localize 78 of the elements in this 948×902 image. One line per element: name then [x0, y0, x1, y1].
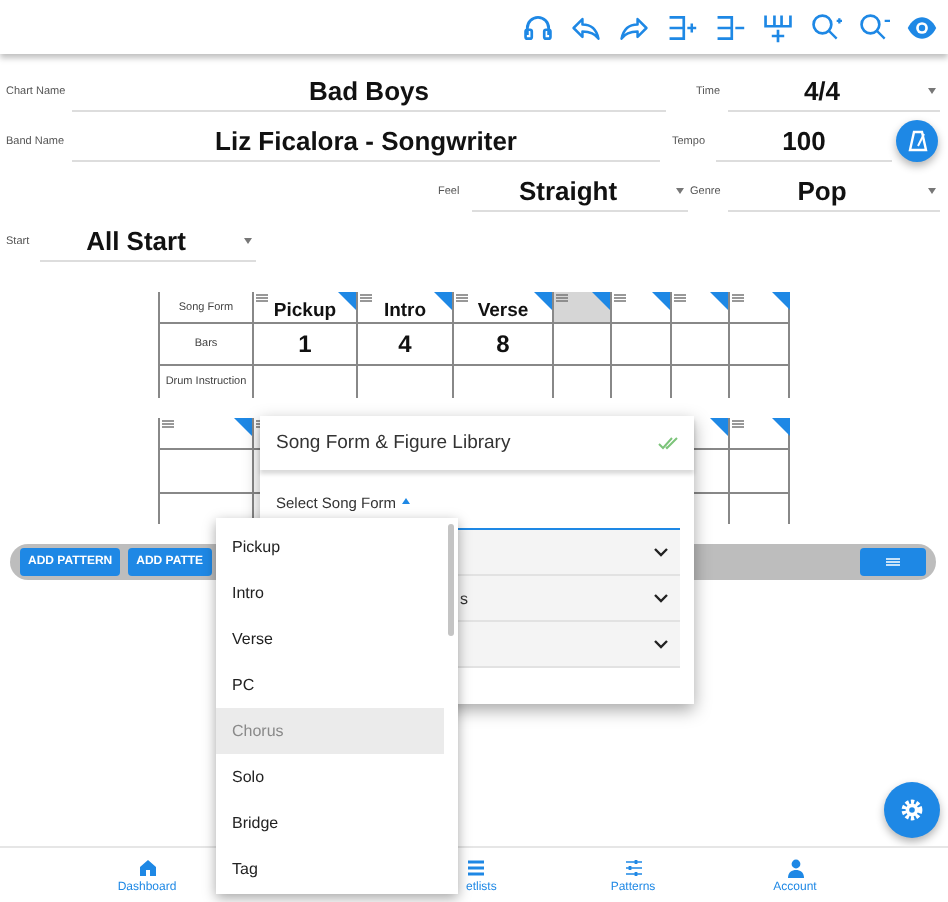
eye-button[interactable] [906, 11, 938, 43]
add-row-icon [666, 11, 698, 43]
zoom-out-icon [858, 11, 890, 43]
drag-handle-icon [614, 294, 626, 302]
metronome-icon [907, 130, 927, 152]
corner-triangle-icon [234, 418, 252, 436]
section-cell[interactable] [612, 292, 672, 324]
eye-icon [906, 11, 938, 43]
zoom-in-button[interactable] [810, 11, 842, 43]
section-name: Intro [383, 299, 427, 321]
dropdown-arrow-icon [928, 88, 936, 94]
zoom-out-button[interactable] [858, 11, 890, 43]
section-cell[interactable]: Pickup [254, 292, 358, 324]
menu-button[interactable] [860, 548, 926, 576]
dropdown-option[interactable]: PC [216, 662, 444, 708]
drag-handle-icon [360, 294, 372, 302]
dropdown-option[interactable]: Solo [216, 754, 444, 800]
settings-button[interactable] [884, 782, 940, 838]
table-cell [672, 324, 730, 366]
add-column-button[interactable] [762, 11, 794, 43]
drag-handle-icon [732, 294, 744, 302]
select-field[interactable]: 4/4 [728, 70, 940, 112]
section-name: Pickup [273, 299, 337, 321]
bar-count: 4 [398, 330, 412, 358]
add-row-button[interactable] [666, 11, 698, 43]
metronome-button[interactable] [896, 120, 938, 162]
corner-triangle-icon [710, 418, 728, 436]
dropdown-option[interactable]: Verse [216, 616, 444, 662]
section-title: s [460, 589, 468, 607]
select-field[interactable]: All Start [40, 220, 256, 262]
corner-triangle-icon [772, 418, 790, 436]
headphones-button[interactable] [522, 11, 554, 43]
input-field[interactable]: Bad Boys [72, 70, 666, 112]
section-name: Verse [477, 299, 529, 321]
popup-title: Song Form & Figure Library [276, 432, 511, 454]
corner-triangle-icon [534, 292, 552, 310]
sliders-icon [623, 857, 643, 877]
select-field[interactable]: Pop [728, 170, 940, 212]
bar-count: 8 [496, 330, 510, 358]
corner-triangle-icon [338, 292, 356, 310]
scrollbar[interactable] [448, 524, 454, 636]
table-cell [612, 324, 672, 366]
corner-triangle-icon [434, 292, 452, 310]
dropdown-arrow-icon [928, 188, 936, 194]
section-cell[interactable] [672, 292, 730, 324]
settings-icon [900, 798, 924, 822]
corner-triangle-icon [772, 292, 790, 310]
drag-handle-icon [732, 420, 744, 428]
section-cell[interactable] [554, 292, 612, 324]
section-cell[interactable]: Intro [358, 292, 454, 324]
remove-row-button[interactable] [714, 11, 746, 43]
menu-icon [886, 558, 900, 566]
person-icon [785, 857, 805, 877]
corner-triangle-icon [710, 292, 728, 310]
home-icon [137, 857, 157, 877]
input-field[interactable]: 100 [716, 120, 892, 162]
dropdown-option[interactable]: Bridge [216, 800, 444, 846]
input-field[interactable]: Liz Ficalora - Songwriter [72, 120, 660, 162]
dropdown-arrow-icon [244, 238, 252, 244]
headphones-icon [522, 11, 554, 43]
check-icon [658, 436, 678, 450]
corner-triangle-icon [652, 292, 670, 310]
drag-handle-icon [674, 294, 686, 302]
drag-handle-icon [556, 294, 568, 302]
drag-handle-icon [456, 294, 468, 302]
dropdown-arrow-icon [676, 188, 684, 194]
list-icon [466, 857, 486, 877]
remove-row-icon [714, 11, 746, 43]
bar-count: 1 [298, 330, 312, 358]
dropdown-option[interactable]: Tag [216, 846, 444, 892]
section-cell[interactable] [730, 292, 790, 324]
drag-handle-icon [256, 294, 268, 302]
drag-handle-icon [162, 420, 174, 428]
zoom-in-icon [810, 11, 842, 43]
select-field[interactable]: Straight [472, 170, 688, 212]
corner-triangle-icon [592, 292, 610, 310]
add-column-icon [762, 11, 794, 43]
dropdown-option[interactable]: Pickup [216, 524, 444, 570]
